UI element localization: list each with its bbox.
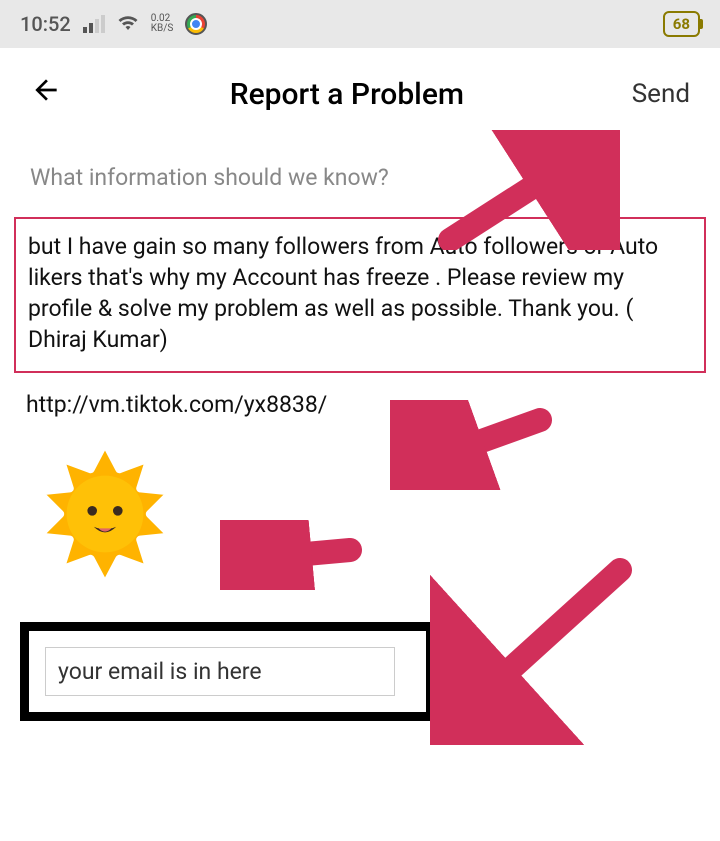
status-bar: 10:52 0.02 KB/S 68 [0,0,720,48]
page-title: Report a Problem [230,77,464,112]
message-textarea[interactable]: but I have gain so many followers from A… [14,217,706,373]
status-left: 10:52 0.02 KB/S [20,12,207,36]
back-button[interactable] [30,74,62,114]
header: Report a Problem Send [0,48,720,140]
email-field-highlight: your email is in here [20,622,435,721]
prompt-label: What information should we know? [0,140,720,209]
email-field[interactable]: your email is in here [45,647,395,696]
url-display: http://vm.tiktok.com/yx8838/ [0,373,720,418]
attachment-thumbnail[interactable] [20,434,190,594]
wifi-icon [117,12,139,36]
send-button[interactable]: Send [632,79,690,109]
chrome-icon [185,13,207,35]
battery-indicator: 68 [663,11,700,37]
annotation-arrow-icon [430,555,640,745]
cellular-signal-icon [83,15,105,33]
annotation-arrow-icon [220,520,370,590]
data-speed: 0.02 KB/S [151,14,174,34]
clock: 10:52 [20,12,71,36]
sun-sticker-icon [25,434,185,594]
